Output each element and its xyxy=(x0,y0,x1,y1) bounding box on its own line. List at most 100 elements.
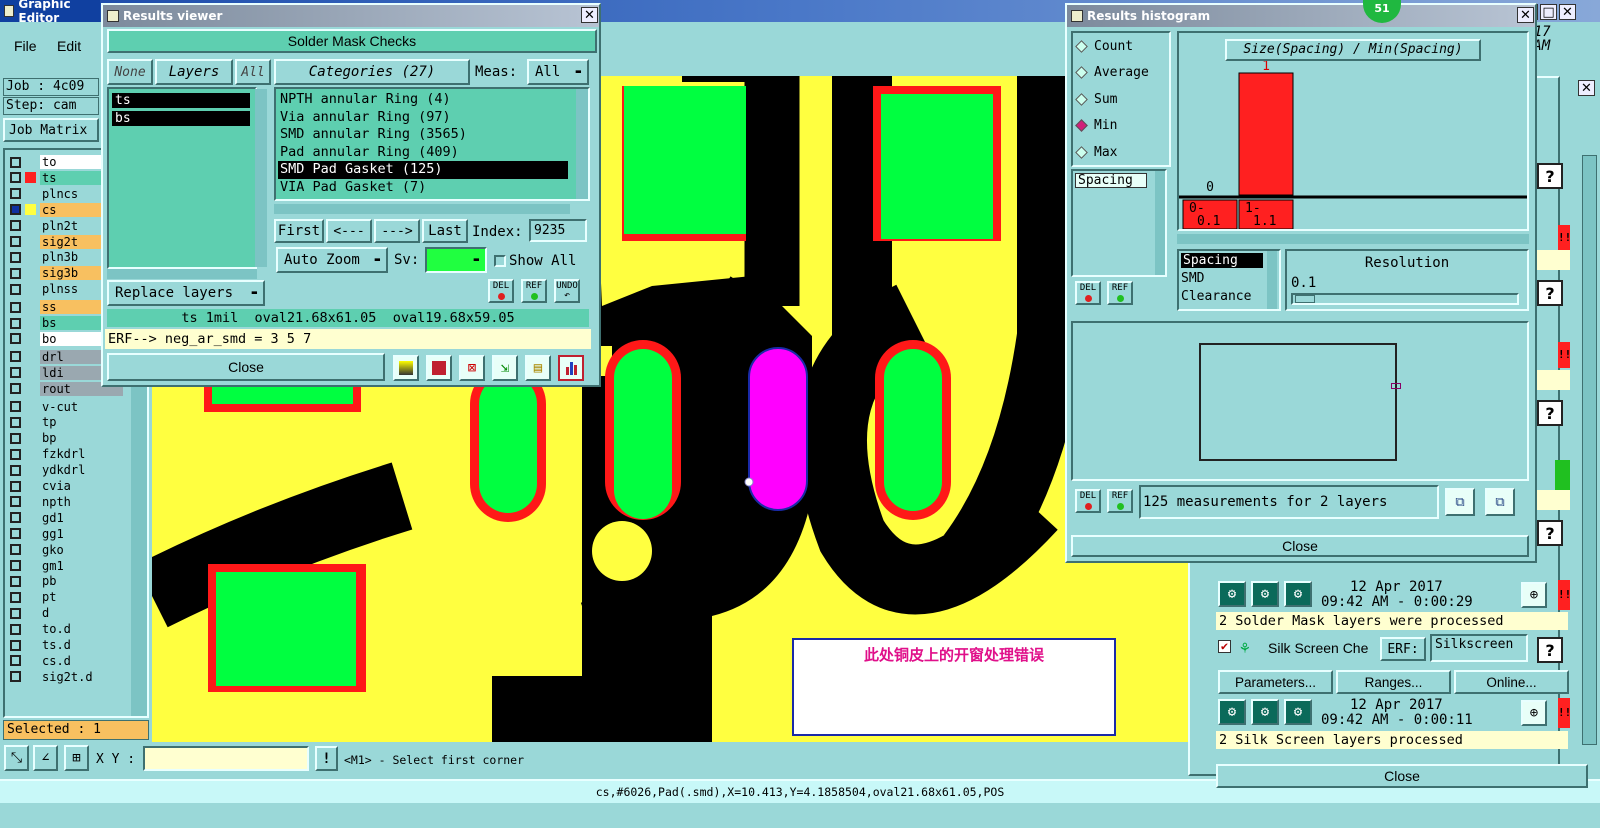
checklist-close-x[interactable]: ✕ xyxy=(1578,80,1595,96)
radio-diamond-icon[interactable] xyxy=(1075,92,1088,106)
categories-hscroll[interactable] xyxy=(274,204,570,214)
snap-tool-icon[interactable]: ⤡ xyxy=(4,745,29,771)
histogram-close-button[interactable]: Close xyxy=(1071,535,1529,557)
layer-checkbox[interactable] xyxy=(10,512,21,524)
layer-checkbox[interactable] xyxy=(10,448,21,460)
stat-option-count[interactable]: Count xyxy=(1073,33,1169,60)
layer-list-scrollbar[interactable] xyxy=(255,89,267,267)
meas-dropdown[interactable]: All ▬ xyxy=(527,59,589,85)
checklist-scrollbar[interactable] xyxy=(1582,155,1597,745)
legend-spacing[interactable]: Spacing xyxy=(1181,253,1263,268)
parameters-button[interactable]: Parameters... xyxy=(1218,670,1333,694)
layer-checkbox[interactable] xyxy=(10,464,21,476)
layer-checkbox[interactable] xyxy=(10,301,21,313)
overview-ref-button[interactable]: REF xyxy=(1107,489,1133,513)
histogram-hscroll[interactable] xyxy=(1177,234,1529,244)
layer-checkbox[interactable] xyxy=(10,607,21,619)
help-button-1[interactable]: ? xyxy=(1537,163,1563,189)
categories-scrollbar[interactable] xyxy=(576,89,588,199)
categories-button[interactable]: Categories (27) xyxy=(274,59,470,85)
prev-button[interactable]: <--- xyxy=(326,219,372,243)
stat-option-max[interactable]: Max xyxy=(1073,139,1169,166)
zoom-fit-icon[interactable]: ⧉ xyxy=(1445,488,1475,516)
stat-option-min[interactable]: Min xyxy=(1073,113,1169,140)
layer-row-gd1[interactable]: gd1 xyxy=(5,510,123,526)
measure-list-scrollbar[interactable] xyxy=(1155,171,1165,275)
sv-color-dropdown[interactable]: ▬ xyxy=(425,247,487,273)
category-item[interactable]: SMD annular Ring (3565) xyxy=(278,126,568,144)
hist-del-button[interactable]: DEL xyxy=(1075,281,1101,305)
stat-option-average[interactable]: Average xyxy=(1073,60,1169,87)
chart-tool-icon[interactable] xyxy=(393,355,419,381)
layer-checkbox[interactable] xyxy=(10,283,21,295)
layer-row-gko[interactable]: gko xyxy=(5,542,123,558)
measure-item-spacing[interactable]: Spacing xyxy=(1075,173,1147,188)
layer-row-cvia[interactable]: cvia xyxy=(5,478,123,494)
layer-checkbox[interactable] xyxy=(10,220,21,232)
measure-tool-icon[interactable]: ∠ xyxy=(33,745,58,771)
radio-diamond-icon[interactable] xyxy=(1075,39,1088,53)
layers-all-button[interactable]: All xyxy=(235,59,271,85)
run-check-icon[interactable]: ⚙ xyxy=(1218,581,1246,607)
layers-button[interactable]: Layers xyxy=(155,59,233,85)
layer-checkbox[interactable] xyxy=(10,333,21,345)
layer-checkbox[interactable] xyxy=(10,416,21,428)
erf-value-field[interactable]: Silkscreen xyxy=(1430,634,1528,662)
zoom-prev-icon[interactable]: ⧉ xyxy=(1485,488,1515,516)
radio-diamond-icon[interactable] xyxy=(1075,119,1088,133)
layer-row-bp[interactable]: bp xyxy=(5,430,123,446)
layer-row-gg1[interactable]: gg1 xyxy=(5,526,123,542)
layer-checkbox[interactable] xyxy=(10,671,21,683)
menu-file[interactable]: File xyxy=(14,38,37,54)
layer-checkbox[interactable] xyxy=(10,383,21,395)
zoom-results-icon-2[interactable]: ⊕ xyxy=(1521,700,1547,726)
ranges-button[interactable]: Ranges... xyxy=(1336,670,1451,694)
run-check-icon-2[interactable]: ⚙ xyxy=(1251,581,1279,607)
layer-item-ts[interactable]: ts xyxy=(112,93,250,108)
show-all-checkbox[interactable] xyxy=(494,255,506,267)
help-button-5[interactable]: ? xyxy=(1537,637,1563,663)
help-button-3[interactable]: ? xyxy=(1537,400,1563,426)
layer-checkbox[interactable] xyxy=(10,267,21,279)
run-check-icon-3[interactable]: ⚙ xyxy=(1284,581,1312,607)
layer-row-pt[interactable]: pt xyxy=(5,589,123,605)
last-button[interactable]: Last xyxy=(422,219,468,243)
layer-checkbox[interactable] xyxy=(10,575,21,587)
layer-checkbox[interactable] xyxy=(10,156,21,168)
histogram-close-x[interactable]: ✕ xyxy=(1517,7,1534,23)
run-silk-icon-2[interactable]: ⚙ xyxy=(1251,699,1279,725)
layer-checkbox[interactable] xyxy=(10,367,21,379)
delete-results-icon[interactable]: ⊠ xyxy=(459,355,485,381)
undo-button[interactable]: UNDO ↶ xyxy=(554,279,580,303)
layer-checkbox[interactable] xyxy=(10,236,21,247)
auto-zoom-dropdown[interactable]: Auto Zoom ▬ xyxy=(276,247,388,273)
layer-row-cs.d[interactable]: cs.d xyxy=(5,653,123,669)
job-matrix-button[interactable]: Job Matrix xyxy=(3,118,99,142)
resolution-slider[interactable] xyxy=(1291,293,1519,305)
layer-checkbox[interactable] xyxy=(10,496,21,508)
layer-item-bs[interactable]: bs xyxy=(112,111,250,126)
layer-checkbox[interactable] xyxy=(10,528,21,540)
radio-diamond-icon[interactable] xyxy=(1075,145,1088,159)
histogram-bar[interactable] xyxy=(1238,72,1294,196)
help-button-2[interactable]: ? xyxy=(1537,280,1563,306)
results-viewer-close-x[interactable]: ✕ xyxy=(581,7,598,23)
replace-layers-dropdown[interactable]: Replace layers ▬ xyxy=(107,280,265,306)
checklist-close-button[interactable]: Close xyxy=(1216,764,1588,788)
export-icon[interactable]: ⇲ xyxy=(492,355,518,381)
layer-row-v-cut[interactable]: v-cut xyxy=(5,399,123,415)
layer-row-tp[interactable]: tp xyxy=(5,414,123,430)
layer-checkbox[interactable] xyxy=(10,639,21,651)
layer-list-hscroll[interactable] xyxy=(107,269,257,279)
layer-checkbox[interactable] xyxy=(10,172,21,184)
erf-label-button[interactable]: ERF: xyxy=(1380,637,1426,661)
solder-mask-checks-header[interactable]: Solder Mask Checks xyxy=(107,29,597,53)
del-button[interactable]: DEL xyxy=(488,279,514,303)
layer-checkbox[interactable] xyxy=(10,623,21,635)
help-button-4[interactable]: ? xyxy=(1537,520,1563,546)
run-silk-icon[interactable]: ⚙ xyxy=(1218,699,1246,725)
layer-row-ydkdrl[interactable]: ydkdrl xyxy=(5,462,123,478)
layer-checkbox[interactable] xyxy=(10,204,21,216)
layer-row-d[interactable]: d xyxy=(5,605,123,621)
category-item[interactable]: SMD Pad Gasket (125) xyxy=(278,161,568,179)
